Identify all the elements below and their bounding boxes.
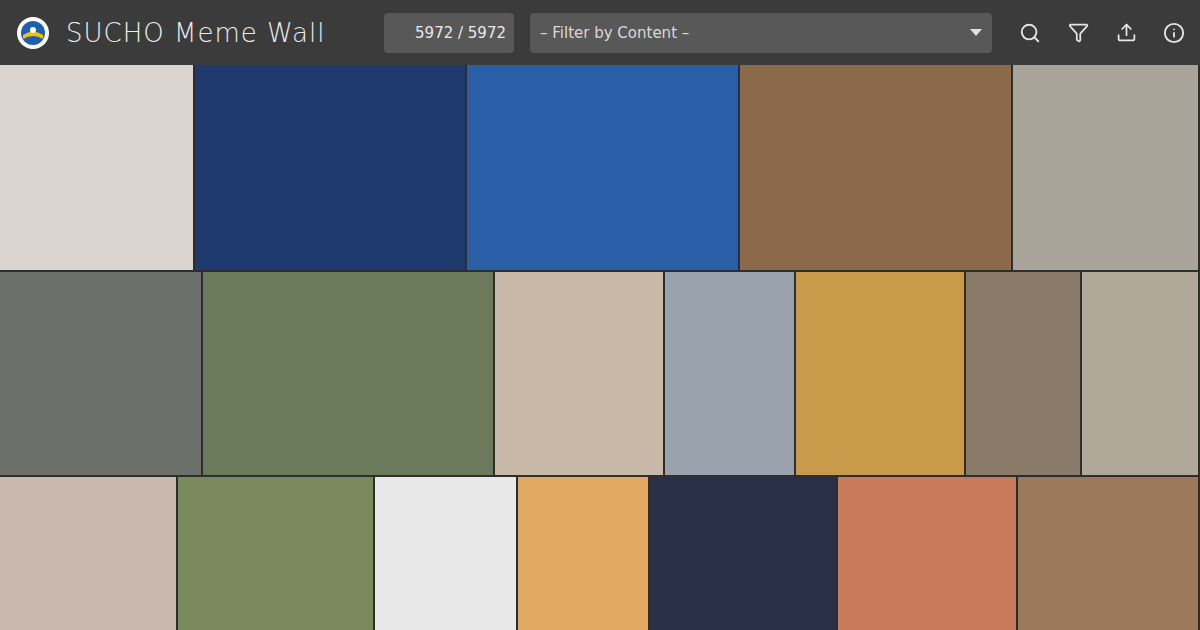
- meme-row: [0, 477, 1200, 630]
- meme-tile[interactable]: [1018, 477, 1200, 630]
- meme-tile[interactable]: [665, 272, 795, 475]
- meme-tile[interactable]: [740, 65, 1013, 270]
- search-button[interactable]: [1018, 21, 1042, 45]
- upload-icon: [1116, 22, 1137, 43]
- item-counter[interactable]: 5972 / 5972: [384, 13, 514, 53]
- meme-tile[interactable]: [650, 477, 838, 630]
- meme-row: [0, 272, 1200, 475]
- meme-tile[interactable]: [195, 65, 467, 270]
- meme-tile[interactable]: [375, 477, 518, 630]
- meme-tile[interactable]: [1013, 65, 1200, 270]
- filter-placeholder: – Filter by Content –: [540, 24, 689, 42]
- meme-tile[interactable]: [966, 272, 1083, 475]
- top-bar: SUCHO Meme Wall 5972 / 5972 – Filter by Co…: [0, 0, 1200, 65]
- upload-button[interactable]: [1114, 21, 1138, 45]
- meme-tile[interactable]: [518, 477, 650, 630]
- meme-grid: [0, 65, 1200, 630]
- meme-tile[interactable]: [838, 477, 1018, 630]
- toolbar: [1018, 21, 1186, 45]
- filter-button[interactable]: [1066, 21, 1090, 45]
- info-button[interactable]: [1162, 21, 1186, 45]
- meme-row: [0, 65, 1200, 270]
- meme-tile[interactable]: [203, 272, 496, 475]
- search-icon: [1019, 22, 1041, 44]
- meme-tile[interactable]: [178, 477, 375, 630]
- meme-tile[interactable]: [796, 272, 966, 475]
- app-title: SUCHO Meme Wall: [66, 18, 325, 48]
- info-icon: [1163, 22, 1185, 44]
- meme-tile[interactable]: [0, 65, 195, 270]
- sucho-logo-icon: [16, 16, 50, 50]
- dropdown-caret-icon: [970, 29, 982, 36]
- filter-icon: [1068, 22, 1089, 43]
- meme-wall-page: SUCHO Meme Wall 5972 / 5972 – Filter by Co…: [0, 0, 1200, 630]
- content-filter-select[interactable]: – Filter by Content –: [530, 13, 992, 53]
- brand: SUCHO Meme Wall: [16, 16, 368, 50]
- meme-tile[interactable]: [467, 65, 740, 270]
- meme-tile[interactable]: [0, 272, 203, 475]
- meme-tile[interactable]: [0, 477, 178, 630]
- meme-tile[interactable]: [495, 272, 665, 475]
- meme-tile[interactable]: [1082, 272, 1200, 475]
